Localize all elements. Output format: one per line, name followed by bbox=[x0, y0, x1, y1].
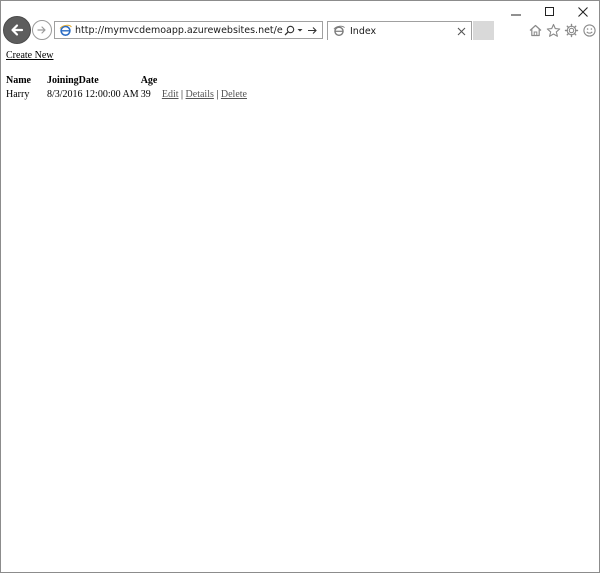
maximize-icon bbox=[545, 7, 554, 16]
create-new-link[interactable]: Create New bbox=[6, 49, 53, 62]
star-icon bbox=[546, 23, 560, 37]
arrow-left-icon bbox=[11, 24, 24, 36]
ie-page-icon bbox=[332, 24, 346, 38]
feedback-button[interactable] bbox=[580, 21, 598, 39]
gear-icon bbox=[564, 23, 578, 37]
browser-window: Index bbox=[0, 0, 600, 573]
chevron-down-icon bbox=[297, 29, 303, 32]
back-button[interactable] bbox=[3, 16, 31, 44]
link-separator: | bbox=[181, 89, 184, 100]
header-age: Age bbox=[140, 75, 158, 86]
minimize-icon bbox=[511, 14, 521, 16]
go-button[interactable] bbox=[305, 22, 319, 38]
header-name: Name bbox=[6, 75, 31, 86]
cell-age: 39 bbox=[140, 89, 151, 100]
settings-button[interactable] bbox=[562, 21, 580, 39]
close-window-button[interactable] bbox=[566, 2, 599, 22]
cell-joining-date: 8/3/2016 12:00:00 AM bbox=[47, 89, 139, 100]
search-button[interactable] bbox=[283, 22, 295, 38]
new-tab-button[interactable] bbox=[473, 21, 494, 40]
tab-label: Index bbox=[350, 25, 377, 37]
close-icon bbox=[457, 27, 465, 35]
home-button[interactable] bbox=[526, 21, 544, 39]
home-icon bbox=[529, 24, 541, 36]
close-icon bbox=[578, 7, 588, 17]
link-separator: | bbox=[216, 89, 219, 100]
browser-chrome: Index bbox=[1, 1, 599, 45]
arrow-right-icon bbox=[37, 26, 46, 34]
address-bar[interactable] bbox=[54, 21, 323, 39]
search-icon bbox=[284, 25, 294, 35]
page-content: Create New Name JoiningDate Age Harry 8/… bbox=[6, 49, 249, 102]
header-actions bbox=[159, 74, 247, 87]
cell-name: Harry bbox=[6, 89, 30, 100]
go-arrow-icon bbox=[307, 26, 317, 34]
forward-button[interactable] bbox=[32, 20, 52, 40]
smiley-icon bbox=[582, 23, 596, 37]
table-row: Harry 8/3/2016 12:00:00 AM 39 Edit | Det… bbox=[6, 88, 247, 101]
tab-index[interactable]: Index bbox=[327, 21, 472, 40]
address-dropdown-button[interactable] bbox=[295, 22, 305, 38]
minimize-button[interactable] bbox=[499, 2, 533, 22]
address-input[interactable] bbox=[75, 23, 283, 37]
cell-actions: Edit | Details | Delete bbox=[159, 88, 247, 101]
table-header-row: Name JoiningDate Age bbox=[6, 74, 247, 87]
delete-link[interactable]: Delete bbox=[221, 89, 247, 100]
edit-link[interactable]: Edit bbox=[162, 89, 179, 100]
employees-table: Name JoiningDate Age Harry 8/3/2016 12:0… bbox=[4, 73, 249, 102]
details-link[interactable]: Details bbox=[186, 89, 214, 100]
favorites-button[interactable] bbox=[544, 21, 562, 39]
ie-page-icon bbox=[57, 22, 73, 38]
tab-close-button[interactable] bbox=[454, 24, 468, 38]
header-joining-date: JoiningDate bbox=[47, 75, 99, 86]
maximize-button[interactable] bbox=[533, 2, 567, 22]
